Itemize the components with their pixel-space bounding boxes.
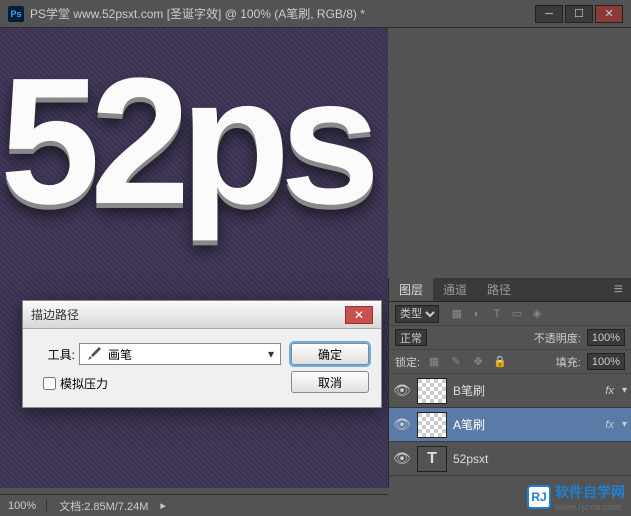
brush-icon	[86, 346, 102, 362]
watermark-logo: RJ	[527, 485, 551, 509]
status-bar: 100% 文档:2.85M/7.24M ▸	[0, 494, 388, 516]
dialog-titlebar[interactable]: 描边路径 ✕	[23, 301, 381, 329]
opacity-label: 不透明度:	[534, 330, 581, 346]
layer-kind-select[interactable]: 类型	[395, 305, 439, 323]
visibility-toggle[interactable]: 👁	[393, 450, 411, 468]
maximize-button[interactable]: ☐	[565, 5, 593, 23]
filter-pixel-icon[interactable]: ▦	[449, 306, 465, 322]
app-icon: Ps	[8, 6, 24, 22]
window-controls: ─ ☐ ✕	[533, 5, 623, 23]
tool-value: 画笔	[108, 346, 132, 363]
watermark-text: 软件自学网	[555, 482, 625, 502]
watermark: RJ 软件自学网 www.rjzxw.com	[527, 482, 625, 512]
filter-smart-icon[interactable]: ◈	[529, 306, 545, 322]
chevron-down-icon[interactable]: ▾	[622, 385, 627, 396]
fx-badge[interactable]: fx	[605, 419, 614, 431]
canvas-text-layer: 52ps	[0, 38, 370, 245]
filter-text-icon[interactable]: T	[489, 306, 505, 322]
close-button[interactable]: ✕	[595, 5, 623, 23]
simulate-pressure-checkbox[interactable]	[43, 377, 56, 390]
fill-label: 填充:	[556, 354, 581, 370]
lock-position-icon[interactable]: ✥	[470, 354, 486, 370]
layer-item-52psxt[interactable]: 👁 T 52psxt	[389, 442, 631, 476]
layer-name[interactable]: 52psxt	[453, 452, 627, 466]
fill-field[interactable]: 100%	[587, 353, 625, 370]
filter-shape-icon[interactable]: ▭	[509, 306, 525, 322]
layer-thumbnail[interactable]	[417, 412, 447, 438]
dialog-body: 工具: 画笔 模拟压力 确定 取消	[23, 329, 381, 407]
filter-adjust-icon[interactable]: ◐	[469, 306, 485, 322]
document-title: PS学堂 www.52psxt.com [圣诞字效] @ 100% (A笔刷, …	[30, 5, 533, 22]
tool-dropdown[interactable]: 画笔	[79, 343, 281, 365]
chevron-right-icon[interactable]: ▸	[160, 499, 166, 512]
blend-mode-select[interactable]: 正常	[395, 329, 427, 346]
simulate-pressure-label: 模拟压力	[60, 375, 108, 392]
minimize-button[interactable]: ─	[535, 5, 563, 23]
canvas-area[interactable]: 52ps	[0, 28, 388, 488]
lock-label: 锁定:	[395, 354, 420, 370]
layer-item-b-brush[interactable]: 👁 B笔刷 fx ▾	[389, 374, 631, 408]
fx-badge[interactable]: fx	[605, 385, 614, 397]
layer-thumbnail[interactable]	[417, 378, 447, 404]
visibility-toggle[interactable]: 👁	[393, 416, 411, 434]
visibility-toggle[interactable]: 👁	[393, 382, 411, 400]
lock-paint-icon[interactable]: ✎	[448, 354, 464, 370]
layer-item-a-brush[interactable]: 👁 A笔刷 fx ▾	[389, 408, 631, 442]
canvas-background: 52ps	[0, 28, 388, 488]
layer-list: 👁 B笔刷 fx ▾ 👁 A笔刷 fx ▾ 👁 T 52psxt	[389, 374, 631, 476]
layer-thumbnail-text[interactable]: T	[417, 446, 447, 472]
stroke-path-dialog: 描边路径 ✕ 工具: 画笔 模拟压力 确定 取消	[22, 300, 382, 408]
opacity-field[interactable]: 100%	[587, 329, 625, 346]
layer-filter-toolbar: 类型 ▦ ◐ T ▭ ◈	[389, 302, 631, 326]
cancel-button[interactable]: 取消	[291, 371, 369, 393]
tab-paths[interactable]: 路径	[477, 278, 521, 301]
zoom-level[interactable]: 100%	[8, 500, 47, 512]
chevron-down-icon[interactable]: ▾	[622, 419, 627, 430]
layer-blend-toolbar: 正常 不透明度: 100%	[389, 326, 631, 350]
tab-channels[interactable]: 通道	[433, 278, 477, 301]
layers-panel: 图层 通道 路径 ≡ 类型 ▦ ◐ T ▭ ◈ 正常 不透明度: 100% 锁定…	[388, 278, 631, 488]
tab-layers[interactable]: 图层	[389, 278, 433, 301]
titlebar: Ps PS学堂 www.52psxt.com [圣诞字效] @ 100% (A笔…	[0, 0, 631, 28]
lock-transparent-icon[interactable]: ▦	[426, 354, 442, 370]
panel-menu-icon[interactable]: ≡	[606, 281, 631, 299]
layer-name[interactable]: B笔刷	[453, 382, 599, 399]
dialog-title-text: 描边路径	[31, 306, 79, 323]
document-size: 文档:2.85M/7.24M	[59, 498, 148, 514]
layer-name[interactable]: A笔刷	[453, 416, 599, 433]
tool-label: 工具:	[35, 346, 75, 363]
watermark-url: www.rjzxw.com	[555, 502, 625, 512]
ok-button[interactable]: 确定	[291, 343, 369, 365]
dialog-close-button[interactable]: ✕	[345, 306, 373, 324]
lock-all-icon[interactable]: 🔒	[492, 354, 508, 370]
layer-lock-toolbar: 锁定: ▦ ✎ ✥ 🔒 填充: 100%	[389, 350, 631, 374]
panel-tabs: 图层 通道 路径 ≡	[389, 278, 631, 302]
